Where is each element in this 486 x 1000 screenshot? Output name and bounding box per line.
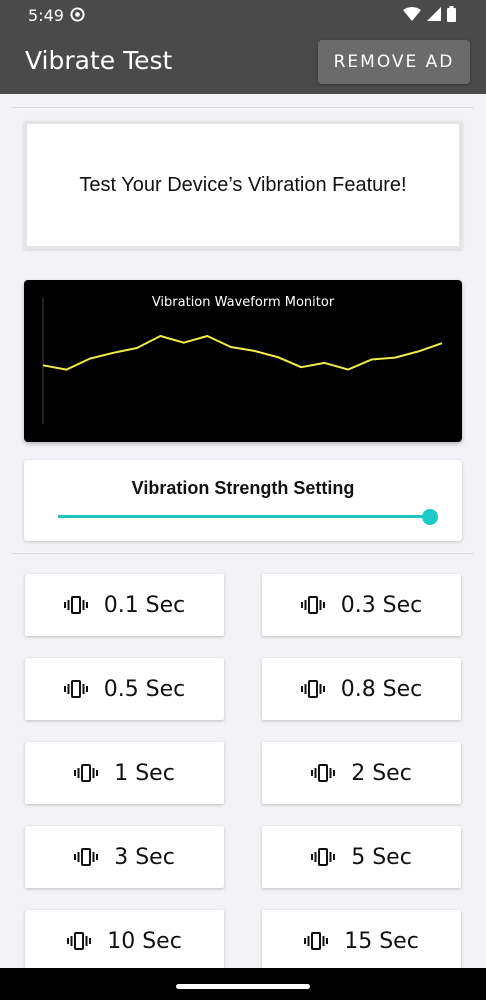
vibrate-icon <box>311 763 336 783</box>
vibrate-button[interactable]: 1 Sec <box>25 742 224 804</box>
vibrate-button-label: 0.5 Sec <box>103 676 186 702</box>
vibrate-button[interactable]: 0.5 Sec <box>25 658 224 720</box>
status-time: 5:49 <box>28 6 64 25</box>
vibrate-button[interactable]: 0.8 Sec <box>262 658 461 720</box>
remove-ad-button[interactable]: REMOVE AD <box>318 40 470 84</box>
vibrate-button-label: 10 Sec <box>107 928 182 954</box>
waveform-line <box>42 335 443 371</box>
app-bar: Vibrate Test REMOVE AD <box>0 30 486 94</box>
wifi-icon <box>403 7 421 26</box>
strength-title: Vibration Strength Setting <box>131 478 355 498</box>
vibrate-button[interactable]: 15 Sec <box>262 910 461 972</box>
info-card: Test Your Device’s Vibration Feature! <box>24 121 462 249</box>
vibrate-button[interactable]: 0.1 Sec <box>25 574 224 636</box>
home-handle[interactable] <box>176 984 310 989</box>
strength-slider-thumb[interactable] <box>422 509 438 525</box>
notification-icon <box>70 7 85 27</box>
vibrate-button[interactable]: 3 Sec <box>25 826 224 888</box>
vibrate-icon <box>304 931 329 951</box>
vibrate-button-label: 1 Sec <box>114 760 175 786</box>
status-bar: 5:49 <box>0 0 486 30</box>
vibrate-icon <box>63 595 88 615</box>
waveform-chart <box>42 298 443 424</box>
vibrate-icon <box>300 595 325 615</box>
app-title: Vibrate Test <box>25 46 173 75</box>
signal-icon <box>427 7 441 26</box>
vibrate-button-label: 3 Sec <box>114 844 175 870</box>
vibrate-button-label: 0.8 Sec <box>340 676 423 702</box>
vibrate-button[interactable]: 5 Sec <box>262 826 461 888</box>
strength-slider-track[interactable] <box>58 515 430 518</box>
vibrate-button[interactable]: 0.3 Sec <box>262 574 461 636</box>
battery-icon <box>447 6 456 27</box>
vibrate-button-label: 2 Sec <box>351 760 412 786</box>
status-icons <box>403 6 456 27</box>
vibrate-icon <box>74 847 99 867</box>
divider <box>12 107 474 108</box>
divider <box>12 553 474 554</box>
vibrate-button-label: 0.3 Sec <box>340 592 423 618</box>
vibrate-icon <box>74 763 99 783</box>
vibrate-button-label: 0.1 Sec <box>103 592 186 618</box>
vibrate-button[interactable]: 2 Sec <box>262 742 461 804</box>
vibrate-icon <box>311 847 336 867</box>
vibrate-icon <box>300 679 325 699</box>
info-text: Test Your Device’s Vibration Feature! <box>79 173 407 196</box>
vibrate-button-label: 15 Sec <box>344 928 419 954</box>
vibrate-button[interactable]: 10 Sec <box>25 910 224 972</box>
vibrate-icon <box>63 679 88 699</box>
navigation-bar <box>0 968 486 1000</box>
vibrate-icon <box>67 931 92 951</box>
waveform-monitor: Vibration Waveform Monitor <box>24 280 462 442</box>
vibrate-button-label: 5 Sec <box>351 844 412 870</box>
strength-card: Vibration Strength Setting <box>24 460 462 541</box>
